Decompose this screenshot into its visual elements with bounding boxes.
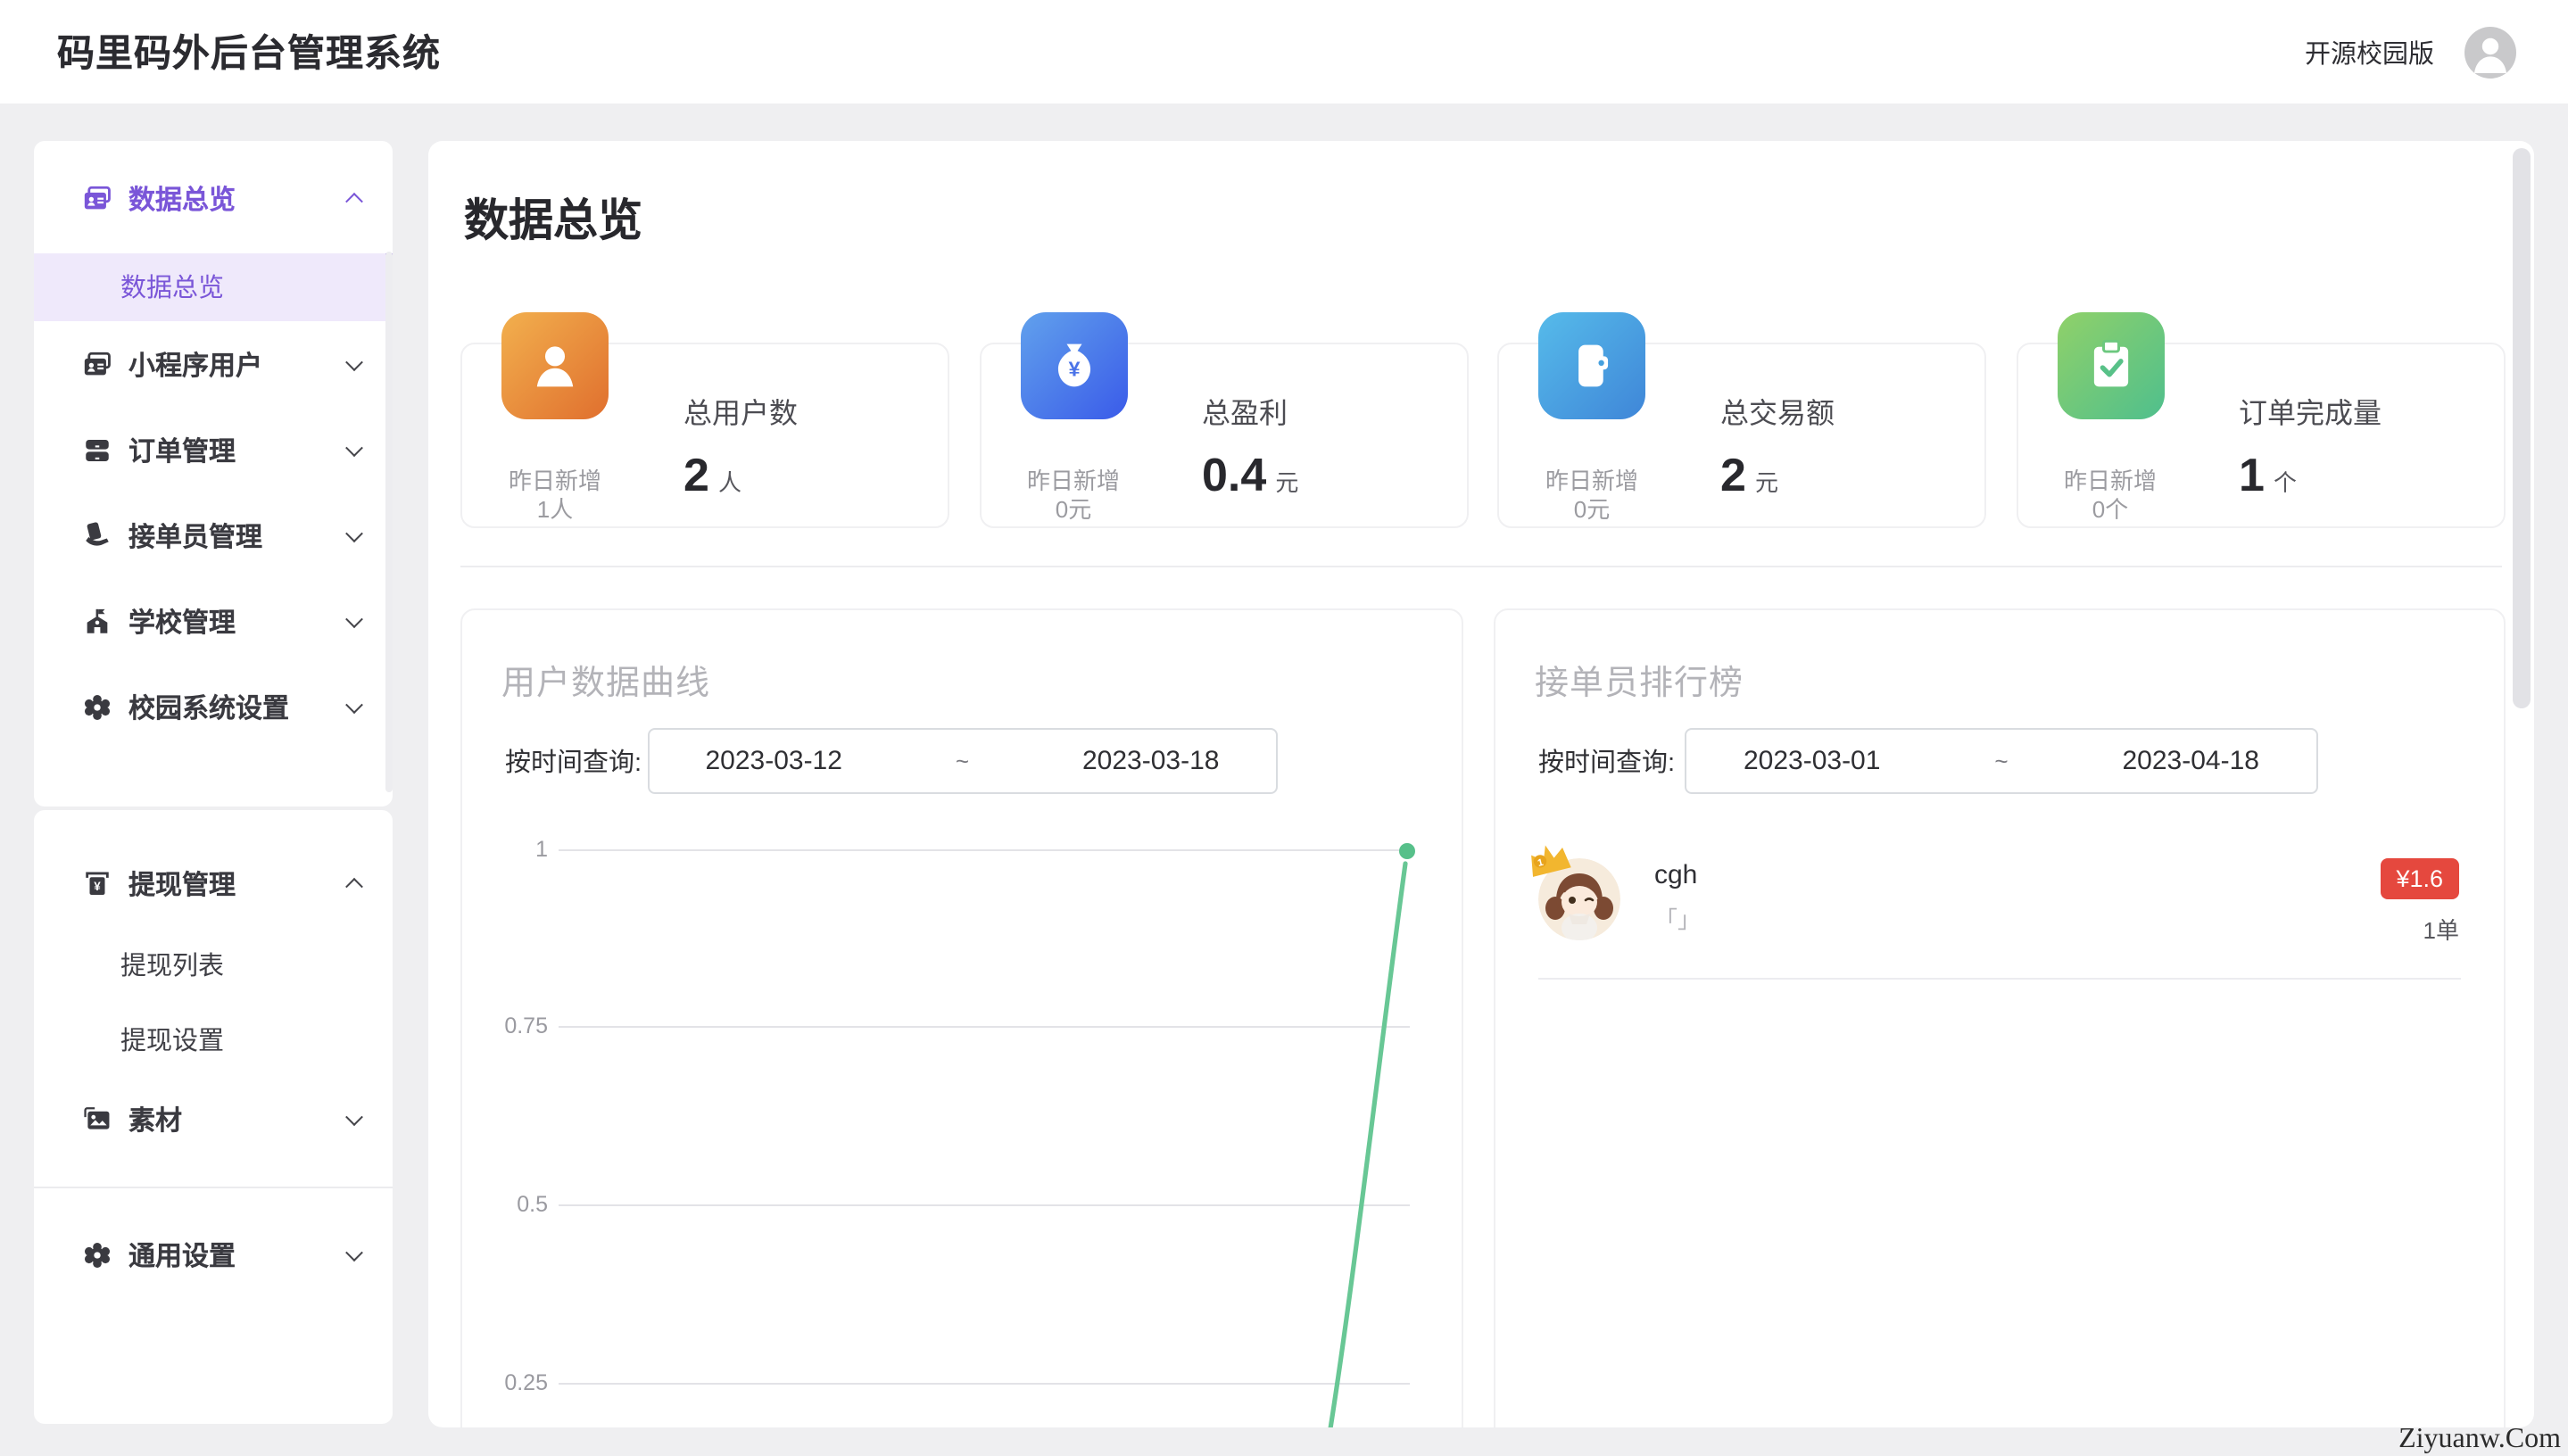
clipboard-check-icon: [2057, 312, 2164, 419]
sidebar-item-label: 校园系统设置: [128, 688, 289, 725]
sidebar-section-main: 数据总览 数据总览 小程序用户 订单管理 接单员管理: [33, 140, 393, 806]
courier-avatar: 1: [1538, 858, 1620, 940]
wallet-icon: [1538, 312, 1645, 419]
sidebar-item-label: 数据总览: [128, 180, 236, 218]
chevron-down-icon: [345, 438, 363, 456]
stat-card-total-transactions: 昨日新增 0元 总交易额 2元: [1497, 342, 1986, 527]
app-title: 码里码外后台管理系统: [57, 25, 441, 79]
sidebar-item-label: 提现管理: [128, 864, 236, 902]
chevron-down-icon: [345, 524, 363, 542]
sidebar-item-label: 订单管理: [128, 431, 236, 468]
ranking-filter-label: 按时间查询:: [1538, 742, 1675, 780]
sidebar-scrollbar[interactable]: [385, 251, 392, 791]
ranking-date-range-picker[interactable]: 2023-03-01 ~ 2023-04-18: [1685, 727, 2318, 793]
list-divider: [1538, 978, 2460, 980]
general-settings-icon: [82, 1239, 112, 1270]
sidebar-item-label: 学校管理: [128, 602, 236, 640]
stat-title: 总用户数: [683, 388, 798, 431]
stats-row: 昨日新增 1人 总用户数 2人 ¥ 昨日新增 0元 总盈利 0.4: [460, 342, 2505, 527]
chevron-down-icon: [345, 1107, 363, 1125]
mini-program-users-icon: [82, 349, 112, 379]
section-divider: [460, 566, 2501, 567]
line-series: [462, 610, 1465, 1427]
edition-label: 开源校园版: [2305, 33, 2434, 70]
sidebar-item-label: 通用设置: [128, 1236, 236, 1273]
sidebar-item-miniprogram-users[interactable]: 小程序用户: [33, 321, 393, 407]
chevron-up-icon: [345, 877, 363, 895]
stat-card-completed-orders: 昨日新增 0个 订单完成量 1个: [2016, 342, 2505, 527]
sidebar-subitem-label: 数据总览: [120, 269, 224, 306]
courier-name: cgh: [1654, 860, 1697, 890]
campus-settings-icon: [82, 691, 112, 722]
svg-text:¥: ¥: [94, 879, 101, 892]
money-bag-icon: ¥: [1020, 312, 1127, 419]
page-title: 数据总览: [464, 185, 642, 249]
header: 码里码外后台管理系统 开源校园版: [0, 0, 2568, 103]
sidebar-item-general-settings[interactable]: 通用设置: [33, 1212, 393, 1297]
sidebar-item-order-management[interactable]: 订单管理: [33, 407, 393, 492]
sidebar-subitem-withdraw-settings[interactable]: 提现设置: [33, 1001, 393, 1076]
order-count: 1单: [2423, 912, 2459, 946]
sidebar-item-campus-settings[interactable]: 校园系统设置: [33, 664, 393, 749]
stat-title: 总盈利: [1202, 388, 1298, 431]
amount-badge: ¥1.6: [2380, 858, 2459, 899]
courier-ranking-panel: 接单员排行榜 按时间查询: 2023-03-01 ~ 2023-04-18: [1494, 608, 2505, 1427]
person-icon: [2464, 26, 2516, 78]
stat-delta: 昨日新增 0个: [2035, 467, 2185, 524]
user-avatar[interactable]: [2464, 26, 2516, 78]
start-date[interactable]: 2023-03-01: [1744, 745, 1880, 775]
media-icon: [82, 1104, 112, 1134]
watermark: Ziyuanw.Com: [2398, 1424, 2561, 1456]
sidebar-subitem-data-overview[interactable]: 数据总览: [33, 252, 393, 321]
user-data-chart-panel: 用户数据曲线 按时间查询: 2023-03-12 ~ 2023-03-18 1 …: [460, 608, 1463, 1427]
sidebar-item-withdraw-management[interactable]: ¥ 提现管理: [33, 840, 393, 926]
sidebar-item-label: 素材: [128, 1100, 182, 1138]
sidebar-item-media[interactable]: 素材: [33, 1076, 393, 1162]
stat-delta: 昨日新增 0元: [998, 467, 1148, 524]
courier-subtitle: 「」: [1654, 901, 1701, 935]
sidebar-subitem-label: 提现列表: [120, 945, 224, 982]
sidebar-subitem-withdraw-list[interactable]: 提现列表: [33, 926, 393, 1001]
sidebar-item-label: 小程序用户: [128, 345, 262, 383]
app-root: 码里码外后台管理系统 开源校园版 数据总览 数据总览: [0, 0, 2568, 1456]
courier-icon: [82, 520, 112, 550]
stat-card-total-profit: ¥ 昨日新增 0元 总盈利 0.4元: [979, 342, 1468, 527]
chevron-up-icon: [345, 193, 363, 211]
stat-title: 订单完成量: [2239, 388, 2382, 431]
main-scrollbar[interactable]: [2513, 148, 2531, 708]
ranking-list-item: 1 cgh 「」 ¥1.6 1单: [1495, 858, 2503, 978]
sidebar-item-courier-management[interactable]: 接单员管理: [33, 492, 393, 578]
stat-delta: 昨日新增 1人: [480, 467, 630, 524]
dashboard-icon: [82, 184, 112, 214]
stat-delta: 昨日新增 0元: [1517, 467, 1667, 524]
chevron-down-icon: [345, 609, 363, 627]
chevron-down-icon: [345, 352, 363, 370]
chevron-down-icon: [345, 695, 363, 713]
sidebar-divider: [33, 1187, 393, 1188]
chevron-down-icon: [345, 1243, 363, 1261]
sidebar-section-secondary: ¥ 提现管理 提现列表 提现设置 素材 通用设置: [33, 810, 393, 1423]
stat-card-total-users: 昨日新增 1人 总用户数 2人: [460, 342, 949, 527]
school-icon: [82, 606, 112, 636]
sidebar-item-label: 接单员管理: [128, 517, 262, 554]
stat-value: 2元: [1720, 447, 1835, 502]
sidebar-item-data-overview[interactable]: 数据总览: [33, 156, 393, 242]
data-point-marker: [1399, 843, 1415, 859]
withdraw-icon: ¥: [82, 868, 112, 898]
user-icon: [501, 312, 609, 419]
stat-value: 1个: [2239, 447, 2382, 502]
sidebar-item-school-management[interactable]: 学校管理: [33, 578, 393, 664]
ranking-panel-title: 接单员排行榜: [1535, 657, 1744, 705]
date-separator: ~: [1994, 747, 2008, 774]
orders-icon: [82, 434, 112, 465]
sidebar-subitem-label: 提现设置: [120, 1020, 224, 1057]
stat-value: 0.4元: [1202, 447, 1298, 502]
stat-title: 总交易额: [1720, 388, 1835, 431]
svg-text:¥: ¥: [1068, 358, 1080, 381]
stat-value: 2人: [683, 447, 798, 502]
end-date[interactable]: 2023-04-18: [2123, 745, 2259, 775]
main-content: 数据总览 昨日新增 1人 总用户数 2人 ¥: [428, 140, 2534, 1427]
